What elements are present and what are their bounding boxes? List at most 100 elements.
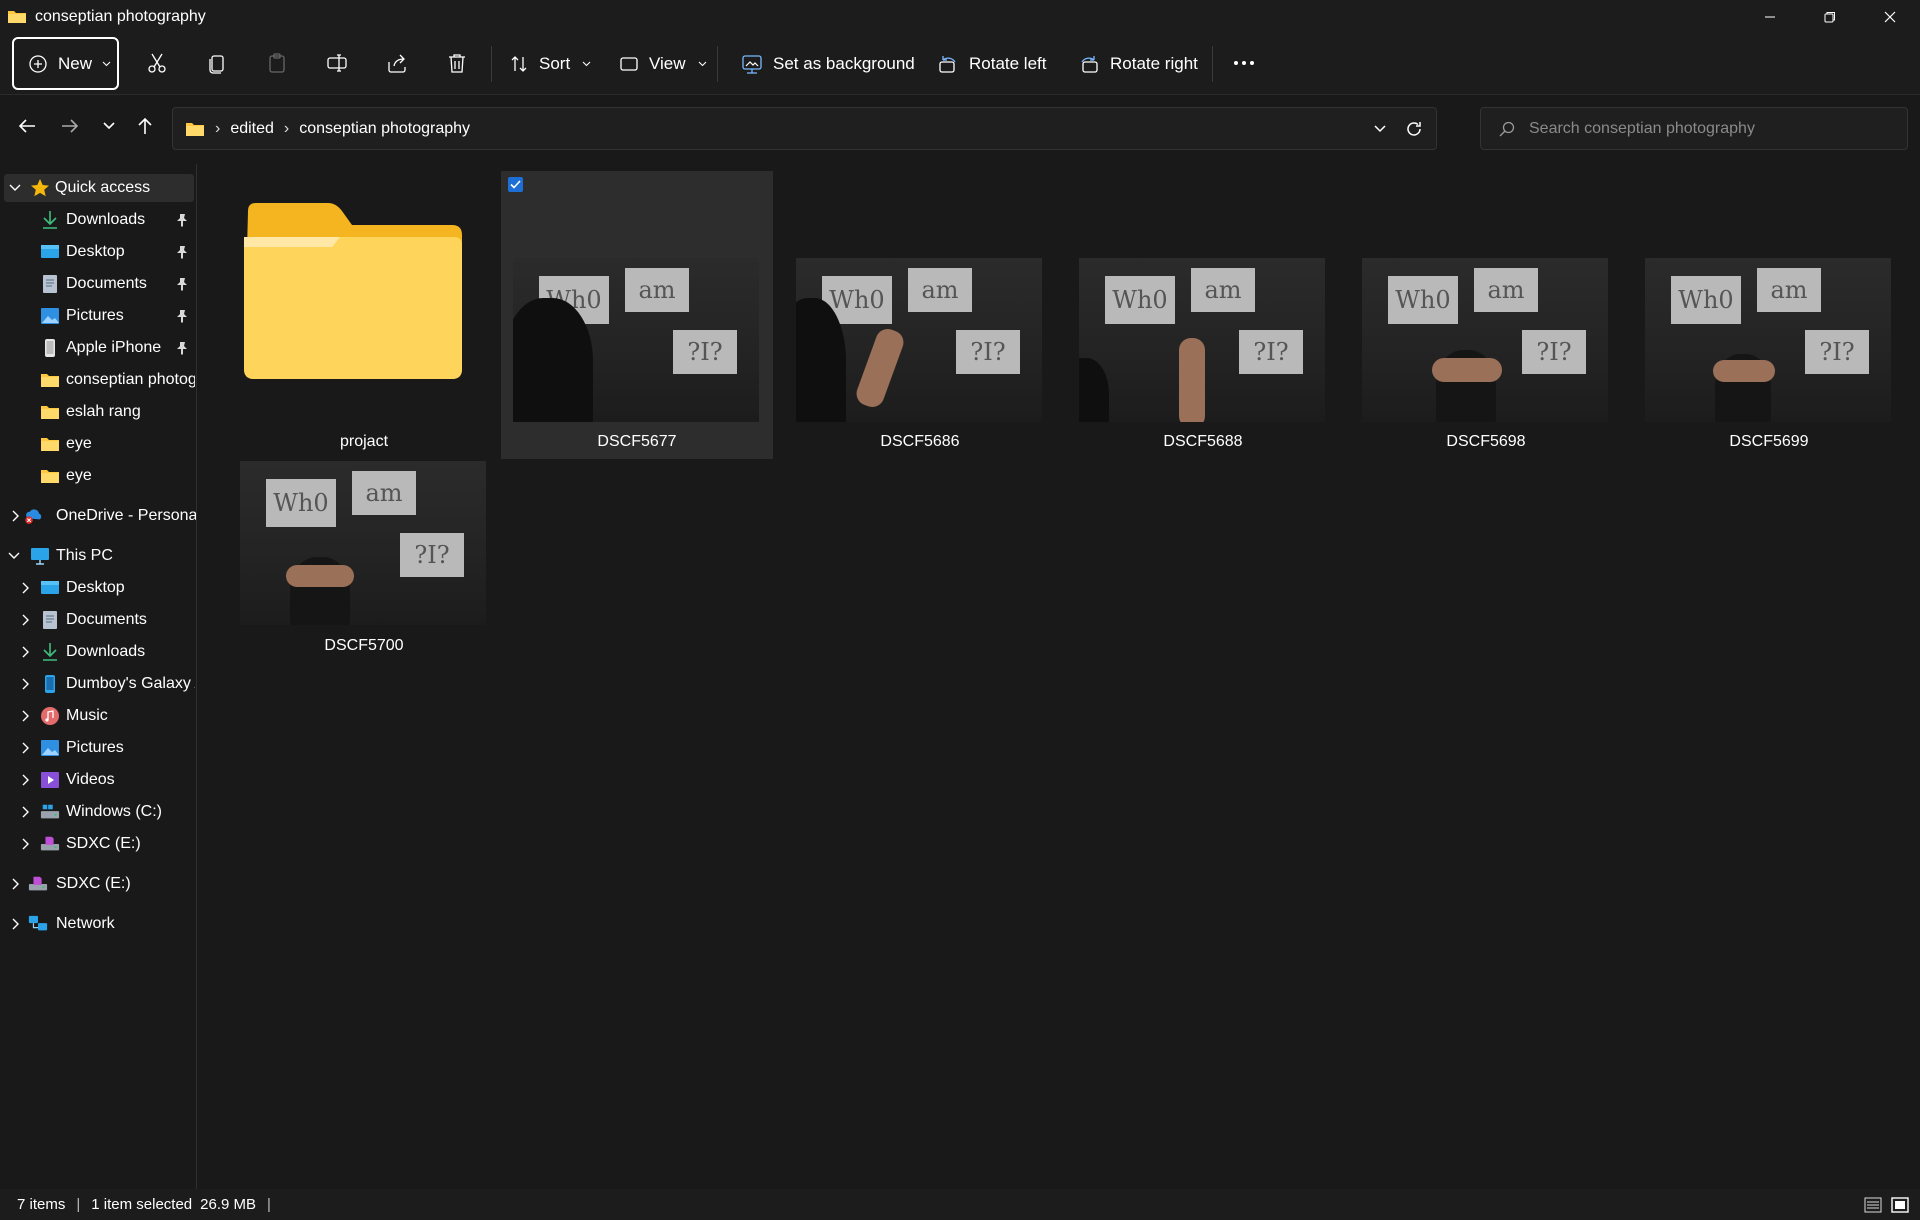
- sidebar-onedrive[interactable]: OneDrive - Personal: [0, 502, 196, 530]
- sidebar-item-pictures[interactable]: Pictures: [0, 302, 195, 330]
- paste-button[interactable]: [261, 47, 293, 79]
- sidebar-item-eye[interactable]: eye: [0, 462, 195, 490]
- selection-checkbox[interactable]: [508, 177, 523, 192]
- sidebar-pc-videos[interactable]: Videos: [0, 766, 195, 794]
- sidebar-item-desktop[interactable]: Desktop: [0, 238, 195, 266]
- chevron-right-icon[interactable]: [20, 742, 32, 754]
- file-item-folder[interactable]: projact: [228, 171, 500, 459]
- sidebar-item-documents[interactable]: Documents: [0, 270, 195, 298]
- chevron-right-icon[interactable]: [20, 678, 32, 690]
- more-options-button[interactable]: [1228, 47, 1260, 79]
- chevron-right-icon[interactable]: [10, 918, 22, 930]
- sidebar-sdxc[interactable]: SDXC (E:): [0, 870, 195, 898]
- search-input[interactable]: [1529, 119, 1889, 138]
- details-view-button[interactable]: [1863, 1196, 1883, 1214]
- chevron-right-icon[interactable]: [20, 646, 32, 658]
- folder-icon: [185, 121, 205, 137]
- large-icons-view-button[interactable]: [1890, 1196, 1910, 1214]
- chevron-down-icon[interactable]: [9, 182, 21, 194]
- thumbnail-arm: [1179, 338, 1205, 422]
- address-bar[interactable]: › edited › conseptian photography: [172, 107, 1437, 150]
- file-item-image[interactable]: Wh0 am ?I? DSCF5700: [228, 460, 500, 748]
- sidebar-pc-windows-c[interactable]: Windows (C:): [0, 798, 195, 826]
- rotate-right-button[interactable]: Rotate right: [1078, 46, 1198, 82]
- sidebar-item-conseptian-photography[interactable]: conseptian photography: [0, 366, 195, 394]
- delete-button[interactable]: [441, 47, 473, 79]
- file-view: projact Wh0 am ?I? DSCF5677 Wh0 am ?I? D…: [198, 164, 1920, 1189]
- chevron-right-icon[interactable]: [20, 614, 32, 626]
- sidebar-label: Documents: [66, 611, 147, 628]
- folder-icon: [40, 434, 60, 454]
- sidebar-label: Pictures: [66, 307, 124, 324]
- file-item-image[interactable]: Wh0 am ?I? DSCF5686: [784, 171, 1056, 459]
- sidebar-pc-sdxc[interactable]: SDXC (E:): [0, 830, 195, 858]
- pin-icon: [176, 341, 188, 355]
- chevron-down-icon[interactable]: [8, 550, 20, 562]
- view-button[interactable]: View: [619, 46, 707, 82]
- image-thumbnail: Wh0 am ?I?: [796, 258, 1042, 422]
- sidebar-pc-pictures[interactable]: Pictures: [0, 734, 195, 762]
- cut-button[interactable]: [141, 47, 173, 79]
- sidebar-quick-access[interactable]: Quick access: [4, 174, 194, 202]
- sidebar-pc-documents[interactable]: Documents: [0, 606, 195, 634]
- forward-button[interactable]: [54, 110, 86, 142]
- breadcrumb-edited[interactable]: edited: [230, 120, 274, 138]
- set-background-label: Set as background: [773, 54, 915, 73]
- file-name: DSCF5699: [1729, 433, 1809, 450]
- navigation-pane: Quick access Downloads Desktop Documents: [0, 164, 197, 1189]
- chevron-right-icon[interactable]: [20, 806, 32, 818]
- new-button[interactable]: New: [12, 37, 119, 90]
- desktop-icon: [40, 578, 60, 598]
- sidebar-label: Downloads: [66, 643, 146, 660]
- chevron-right-icon[interactable]: [20, 582, 32, 594]
- set-as-background-button[interactable]: Set as background: [741, 46, 915, 82]
- chevron-right-icon[interactable]: [20, 774, 32, 786]
- close-button[interactable]: [1860, 0, 1920, 33]
- search-box[interactable]: [1480, 107, 1908, 150]
- file-item-image[interactable]: Wh0 am ?I? DSCF5677: [501, 171, 773, 459]
- file-item-image[interactable]: Wh0 am ?I? DSCF5688: [1067, 171, 1339, 459]
- documents-icon: [40, 610, 60, 630]
- sidebar-pc-galaxy[interactable]: Dumboy's Galaxy A: [0, 670, 195, 698]
- status-separator: |: [76, 1196, 81, 1213]
- sidebar-this-pc[interactable]: This PC: [0, 542, 195, 570]
- address-history-button[interactable]: [1366, 116, 1394, 142]
- chevron-right-icon[interactable]: [10, 878, 22, 890]
- sidebar-item-apple-iphone[interactable]: Apple iPhone: [0, 334, 195, 362]
- sidebar-label: SDXC (E:): [66, 835, 141, 852]
- sidebar-item-eslah-rang[interactable]: eslah rang: [0, 398, 195, 426]
- pin-icon: [176, 309, 188, 323]
- recent-locations-button[interactable]: [93, 110, 125, 142]
- rotate-left-label: Rotate left: [969, 54, 1047, 73]
- sidebar-network[interactable]: Network: [0, 910, 195, 938]
- sidebar-pc-music[interactable]: Music: [0, 702, 195, 730]
- arrow-left-icon: [18, 118, 36, 134]
- file-item-image[interactable]: Wh0 am ?I? DSCF5698: [1350, 171, 1622, 459]
- sidebar-label: Pictures: [66, 739, 124, 756]
- sidebar-item-downloads[interactable]: Downloads: [0, 206, 195, 234]
- chevron-right-icon[interactable]: [20, 838, 32, 850]
- thumbnail-arm: [286, 565, 354, 587]
- copy-button[interactable]: [201, 47, 233, 79]
- sidebar-pc-desktop[interactable]: Desktop: [0, 574, 195, 602]
- large-icons-view-icon: [1891, 1197, 1909, 1213]
- pin-icon: [176, 213, 188, 227]
- refresh-button[interactable]: [1400, 116, 1428, 142]
- chevron-right-icon[interactable]: [10, 510, 22, 522]
- window-controls: [1740, 0, 1920, 33]
- share-button[interactable]: [381, 47, 413, 79]
- sort-icon: [509, 54, 529, 74]
- rename-button[interactable]: [321, 47, 353, 79]
- breadcrumb-current[interactable]: conseptian photography: [299, 120, 470, 138]
- up-button[interactable]: [129, 110, 161, 142]
- sidebar-item-eye[interactable]: eye: [0, 430, 195, 458]
- minimize-button[interactable]: [1740, 0, 1800, 33]
- chevron-right-icon[interactable]: [20, 710, 32, 722]
- sidebar-pc-downloads[interactable]: Downloads: [0, 638, 195, 666]
- delete-icon: [446, 52, 468, 74]
- file-item-image[interactable]: Wh0 am ?I? DSCF5699: [1633, 171, 1905, 459]
- rotate-left-button[interactable]: Rotate left: [937, 46, 1047, 82]
- restore-button[interactable]: [1800, 0, 1860, 33]
- back-button[interactable]: [11, 110, 43, 142]
- sort-button[interactable]: Sort: [509, 46, 591, 82]
